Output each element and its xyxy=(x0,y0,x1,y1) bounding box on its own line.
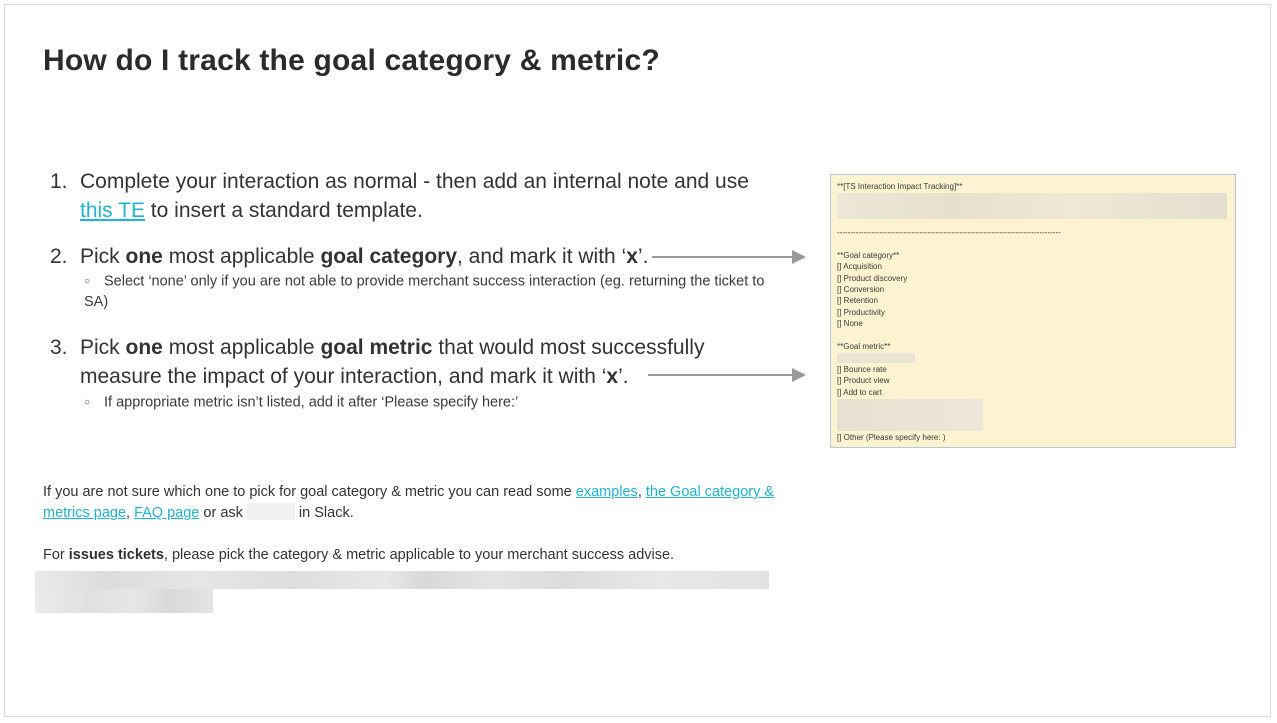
category-heading: **Goal category** xyxy=(837,250,900,260)
step-3-bold-one: one xyxy=(125,336,163,359)
category-item: [] Productivity xyxy=(837,307,886,317)
bullet-icon: ○ xyxy=(84,397,91,408)
step-2-bold-x: x xyxy=(626,245,638,268)
step-number: 1. xyxy=(50,170,68,193)
step-2-text: most applicable xyxy=(162,245,321,268)
issues-paragraph: For issues tickets, please pick the cate… xyxy=(43,545,803,566)
step-3-text: that would most successfully xyxy=(432,336,705,359)
this-te-link[interactable]: this TE xyxy=(80,199,145,222)
redacted-name xyxy=(246,503,295,520)
step-3: 3. Pick one most applicable goal metric t… xyxy=(50,333,770,391)
category-item: [] Retention xyxy=(837,296,878,306)
step-1-text: Complete your interaction as normal - th… xyxy=(80,170,749,193)
redacted-block xyxy=(35,571,769,589)
step-3-sub: ○ If appropriate metric isn’t listed, add… xyxy=(84,392,784,413)
page-title: How do I track the goal category & metri… xyxy=(43,44,660,77)
category-item: [] Product discovery xyxy=(837,273,908,283)
bullet-icon: ○ xyxy=(84,276,91,287)
issues-text: For xyxy=(43,547,69,563)
redacted-block xyxy=(837,353,915,364)
help-text: in Slack. xyxy=(294,505,354,521)
step-2-sub: ○ Select ‘none’ only if you are not able … xyxy=(84,271,784,313)
help-text: or ask xyxy=(199,505,243,521)
step-2: 2. Pick one most applicable goal category… xyxy=(50,242,670,271)
category-item: [] Conversion xyxy=(837,285,885,295)
metric-heading: **Goal metric** xyxy=(837,341,891,351)
metric-item: [] Bounce rate xyxy=(837,365,887,375)
redacted-block xyxy=(35,589,213,613)
arrow-to-metric xyxy=(648,368,806,382)
step-1-text-end: to insert a standard template. xyxy=(144,199,423,222)
step-number: 2. xyxy=(50,245,68,268)
metric-item: [] Product view xyxy=(837,376,890,386)
help-text: , xyxy=(126,505,135,521)
step-3-text: most applicable xyxy=(162,336,321,359)
step-3-bold-x: x xyxy=(606,365,619,388)
step-3-text: measure the impact of your interaction, … xyxy=(80,365,607,388)
step-3-text: ’. xyxy=(618,365,629,388)
template-screenshot: **[TS Interaction Impact Tracking]** ---… xyxy=(830,174,1236,448)
template-header: **[TS Interaction Impact Tracking]** xyxy=(837,182,963,191)
redacted-block xyxy=(837,399,983,432)
step-1: 1. Complete your interaction as normal - … xyxy=(50,167,770,225)
step-3-text: Pick xyxy=(80,336,126,359)
metric-item: [] Add to cart xyxy=(837,387,882,397)
step-2-bold-one: one xyxy=(125,245,163,268)
step-2-text: , and mark it with ‘ xyxy=(457,245,627,268)
step-3-bold-goal-metric: goal metric xyxy=(320,336,433,359)
redacted-block xyxy=(837,193,1227,220)
step-3-sub-text: If appropriate metric isn’t listed, add … xyxy=(104,394,519,411)
category-item: [] None xyxy=(837,319,863,329)
faq-page-link[interactable]: FAQ page xyxy=(134,505,199,521)
template-divider: ----------------------------------------… xyxy=(837,228,1061,238)
help-paragraph: If you are not sure which one to pick fo… xyxy=(43,482,783,524)
arrow-to-category xyxy=(652,250,806,264)
help-text: If you are not sure which one to pick fo… xyxy=(43,484,576,500)
help-text: , xyxy=(637,484,646,500)
metric-other: [] Other (Please specify here: ) xyxy=(837,433,946,443)
step-2-sub-text: Select ‘none’ only if you are not able t… xyxy=(84,273,765,311)
step-2-text: Pick xyxy=(80,245,126,268)
issues-bold: issues tickets xyxy=(68,547,164,563)
step-2-bold-goal-category: goal category xyxy=(320,245,457,268)
issues-text: , please pick the category & metric appl… xyxy=(163,547,675,563)
category-item: [] Acquisition xyxy=(837,262,882,272)
step-number: 3. xyxy=(50,336,68,359)
examples-link[interactable]: examples xyxy=(576,484,638,500)
step-2-text: ’. xyxy=(637,245,649,268)
